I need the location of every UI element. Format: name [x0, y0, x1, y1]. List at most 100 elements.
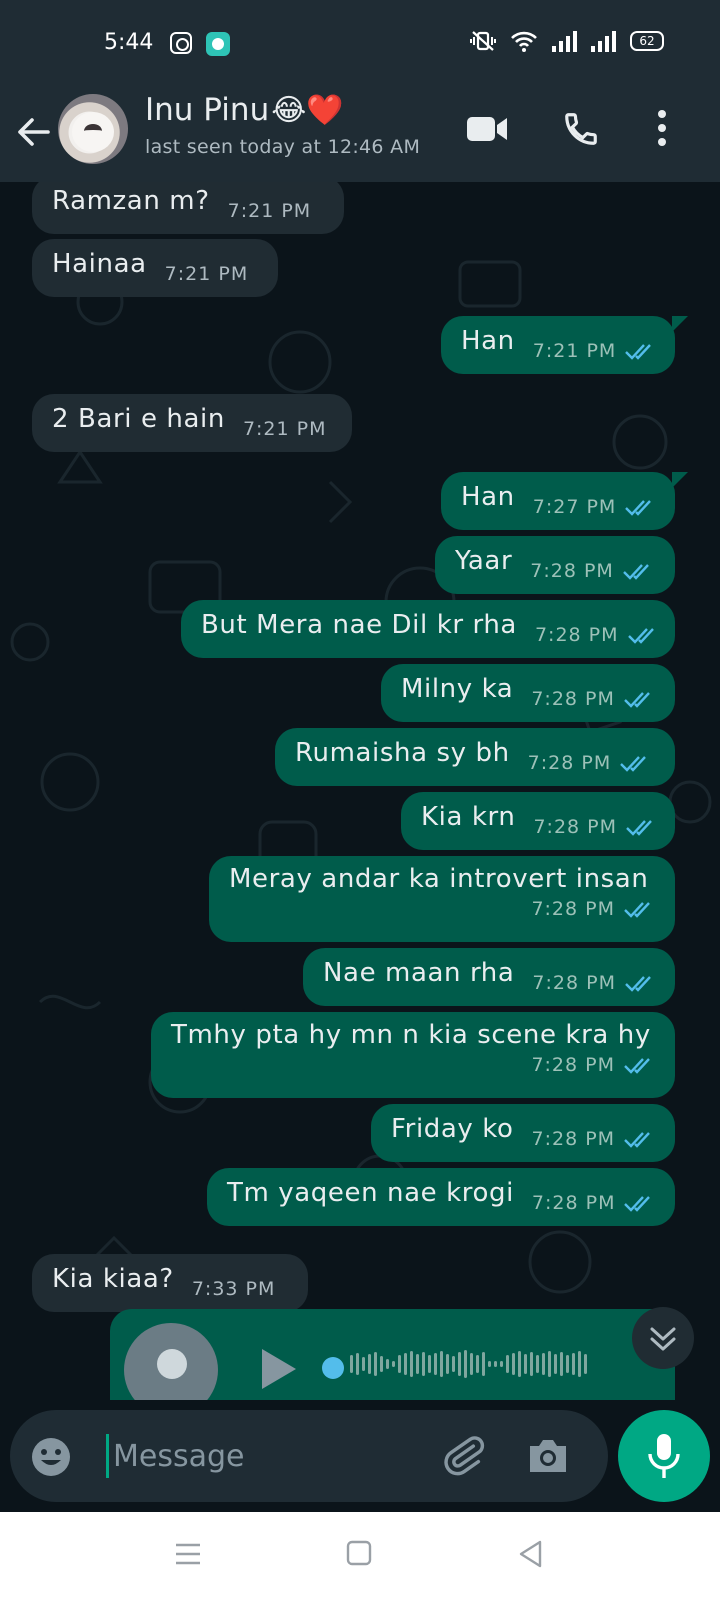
scroll-down-button[interactable]	[632, 1307, 694, 1369]
last-seen-status: last seen today at 12:46 AM	[145, 136, 421, 158]
message-bubble-outgoing[interactable]: Tmhy pta hy mn n kia scene kra hy 7:28 P…	[151, 1012, 675, 1098]
mic-button[interactable]	[618, 1410, 710, 1502]
message-time: 7:21 PM	[227, 200, 312, 222]
contact-name[interactable]: Inu Pinu 😂❤️	[145, 92, 344, 128]
message-text: Yaar	[455, 546, 513, 576]
message-text: Tm yaqeen nae krogi	[227, 1178, 514, 1208]
voice-note-avatar	[124, 1323, 218, 1400]
message-text: Han	[461, 326, 515, 356]
message-text: Han	[461, 482, 515, 512]
voice-note-waveform[interactable]	[350, 1349, 587, 1379]
signal-2-icon	[591, 30, 616, 52]
message-time: 7:28 PM	[531, 688, 655, 722]
message-text: Meray andar ka introvert insan	[229, 864, 649, 894]
message-bubble-outgoing[interactable]: But Mera nae Dil kr rha 7:28 PM	[181, 600, 675, 658]
play-icon[interactable]	[262, 1349, 296, 1389]
message-time: 7:28 PM	[528, 752, 652, 786]
video-call-icon[interactable]	[466, 114, 508, 144]
mic-icon	[648, 1434, 680, 1478]
message-bubble-incoming[interactable]: Kia kiaa? 7:33 PM	[32, 1254, 308, 1312]
message-bubble-outgoing[interactable]: Meray andar ka introvert insan 7:28 PM	[209, 856, 675, 942]
message-text: Hainaa	[52, 249, 147, 279]
recents-icon[interactable]	[174, 1542, 202, 1566]
message-bubble-incoming[interactable]: Hainaa 7:21 PM	[32, 239, 278, 297]
message-time: 7:33 PM	[191, 1278, 276, 1300]
message-bubble-outgoing[interactable]: Han 7:21 PM	[441, 316, 688, 374]
instagram-notification-icon	[170, 32, 192, 54]
read-ticks-icon	[624, 901, 650, 918]
message-time: 7:28 PM	[532, 1128, 656, 1162]
read-ticks-icon	[624, 1195, 651, 1212]
message-text: Nae maan rha	[323, 958, 515, 988]
message-time: 7:28 PM	[530, 560, 654, 594]
attach-icon[interactable]	[440, 1432, 486, 1478]
message-time: 7:21 PM	[242, 418, 327, 440]
message-text: Kia krn	[421, 802, 516, 832]
voice-note-progress-dot[interactable]	[322, 1357, 344, 1379]
message-bubble-incoming[interactable]: Ramzan m? 7:21 PM	[32, 182, 344, 234]
message-bubble-outgoing[interactable]: Kia krn 7:28 PM	[401, 792, 675, 850]
contact-name-emoji: 😂❤️	[271, 92, 344, 128]
contact-name-text: Inu Pinu	[145, 92, 270, 128]
message-bubble-outgoing[interactable]: Milny ka 7:28 PM	[381, 664, 675, 722]
chat-messages-area[interactable]: Ramzan m? 7:21 PM Hainaa 7:21 PM Han 7:2…	[0, 182, 720, 1400]
message-time: 7:28 PM	[533, 816, 657, 850]
read-ticks-icon	[625, 499, 652, 516]
message-time: 7:28 PM	[532, 1192, 656, 1226]
message-bubble-incoming[interactable]: 2 Bari e hain 7:21 PM	[32, 394, 352, 452]
read-ticks-icon	[627, 627, 654, 644]
message-text: 2 Bari e hain	[52, 404, 225, 434]
app-notification-icon	[206, 32, 230, 56]
message-bubble-outgoing[interactable]: Rumaisha sy bh 7:28 PM	[275, 728, 675, 786]
message-input-bar	[0, 1400, 720, 1512]
read-ticks-icon	[626, 819, 652, 836]
message-time: 7:21 PM	[164, 263, 249, 285]
message-time: 7:28 PM	[229, 898, 655, 920]
voice-note-bubble[interactable]	[110, 1309, 675, 1400]
contact-avatar[interactable]	[58, 94, 128, 164]
wifi-icon	[511, 31, 537, 52]
back-arrow-icon[interactable]	[14, 112, 54, 152]
message-text: Friday ko	[391, 1114, 514, 1144]
more-options-icon[interactable]	[650, 108, 674, 148]
back-nav-icon[interactable]	[518, 1540, 544, 1568]
message-input-container	[10, 1410, 608, 1502]
message-time: 7:27 PM	[533, 496, 657, 530]
read-ticks-icon	[625, 343, 652, 360]
read-ticks-icon	[620, 755, 647, 772]
message-text: But Mera nae Dil kr rha	[201, 610, 517, 640]
message-text: Kia kiaa?	[52, 1264, 174, 1294]
system-navigation-bar	[0, 1512, 720, 1600]
battery-icon: 62	[630, 31, 664, 51]
message-text: Tmhy pta hy mn n kia scene kra hy	[171, 1020, 651, 1050]
message-bubble-outgoing[interactable]: Han 7:27 PM	[441, 472, 688, 530]
message-bubble-outgoing[interactable]: Friday ko 7:28 PM	[371, 1104, 675, 1162]
emoji-icon[interactable]	[30, 1436, 72, 1478]
status-bar: 5:44 62	[0, 0, 720, 88]
message-text: Milny ka	[401, 674, 514, 704]
read-ticks-icon	[622, 563, 649, 580]
message-time: 7:28 PM	[532, 972, 656, 1006]
vibrate-icon	[470, 31, 496, 51]
read-ticks-icon	[624, 691, 650, 708]
camera-icon[interactable]	[526, 1434, 570, 1476]
signal-1-icon	[552, 30, 577, 52]
phone-icon[interactable]	[562, 110, 600, 148]
message-text: Rumaisha sy bh	[295, 738, 510, 768]
message-bubble-outgoing[interactable]: Nae maan rha 7:28 PM	[303, 948, 675, 1006]
message-time: 7:21 PM	[533, 340, 657, 374]
status-time: 5:44	[104, 30, 154, 55]
home-icon[interactable]	[346, 1540, 372, 1566]
message-time: 7:28 PM	[171, 1054, 655, 1076]
read-ticks-icon	[625, 975, 651, 992]
message-bubble-outgoing[interactable]: Tm yaqeen nae krogi 7:28 PM	[207, 1168, 675, 1226]
read-ticks-icon	[624, 1131, 650, 1148]
message-time: 7:28 PM	[535, 624, 659, 658]
message-bubble-outgoing[interactable]: Yaar 7:28 PM	[435, 536, 675, 594]
read-ticks-icon	[624, 1057, 650, 1074]
chat-header: Inu Pinu 😂❤️ last seen today at 12:46 AM	[0, 88, 720, 182]
message-text: Ramzan m?	[52, 186, 210, 216]
status-indicators: 62	[470, 30, 664, 52]
message-input[interactable]	[106, 1434, 406, 1478]
scroll-down-icon	[650, 1327, 676, 1351]
